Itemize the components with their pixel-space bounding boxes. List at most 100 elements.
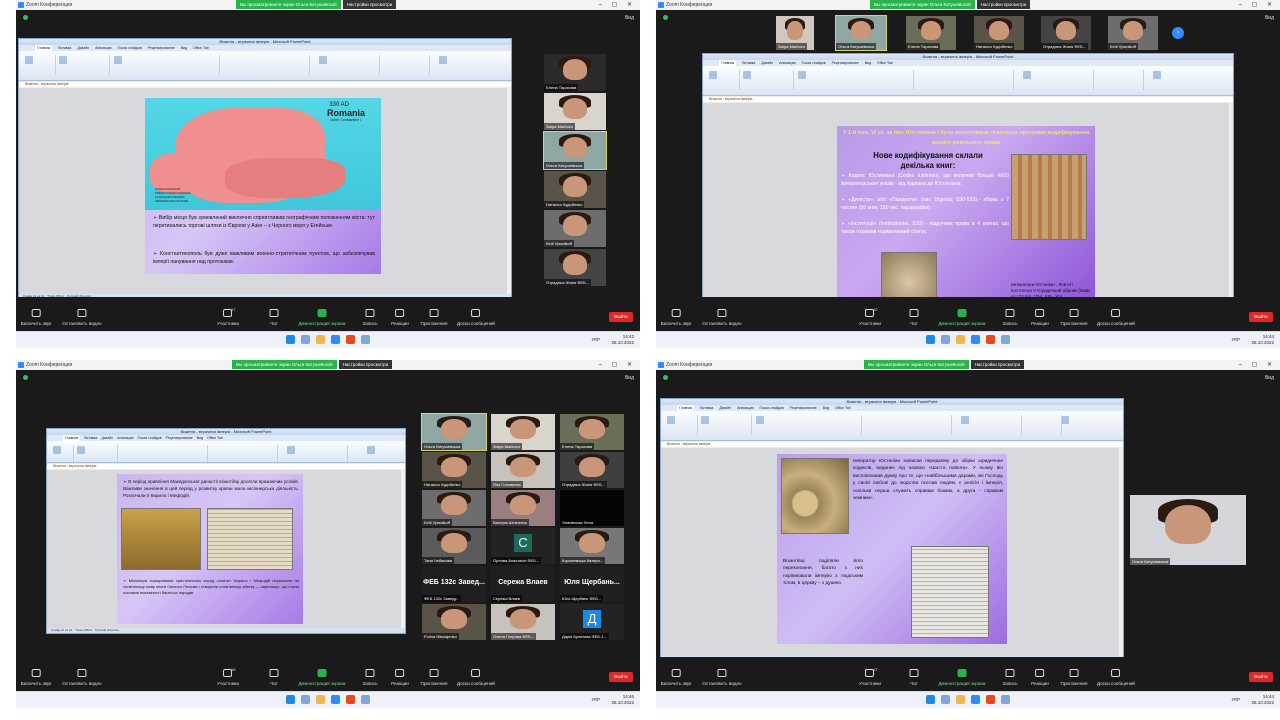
clock[interactable]: 14:44 28.10.2022 [1251, 694, 1274, 706]
participant-tile[interactable]: Ольга Катушевська [835, 15, 887, 51]
whiteboard-button[interactable]: Доски сообщений [1097, 309, 1135, 326]
share-screen-button[interactable]: Демонстрация экрана [939, 669, 985, 686]
participants-button[interactable]: Участники 17 [217, 307, 239, 326]
mute-button[interactable]: Включить звук [21, 309, 51, 326]
taskbar-apps[interactable] [926, 695, 1010, 704]
participant-tile[interactable]: Таня Чебанова [422, 528, 486, 564]
window-controls[interactable]: – ▢ ✕ [1239, 360, 1276, 370]
view-options-button[interactable]: Настройки просмотра [338, 360, 393, 369]
video-button[interactable]: Остановить видео [702, 669, 742, 686]
clock[interactable]: 14:44 28.10.2022 [1251, 334, 1274, 346]
whiteboard-button[interactable]: Доски сообщений [457, 669, 495, 686]
leave-button[interactable]: Выйти [609, 312, 633, 322]
participant-tile[interactable]: Яна Головатюк [491, 452, 555, 488]
participant-tile[interactable]: Королевська Катери... [560, 528, 624, 564]
participants-button[interactable]: Участники 17 [859, 667, 881, 686]
apps-button[interactable]: Приложения [1061, 309, 1087, 326]
participant-tile[interactable]: Наталья Худобенко [974, 16, 1024, 50]
keyboard-language[interactable]: УКР [592, 697, 600, 702]
participant-tile[interactable]: Зміра Markozo [544, 93, 606, 130]
participant-tile[interactable]: Ольга Катушевська [543, 131, 607, 170]
leave-button[interactable]: Выйти [1249, 312, 1273, 322]
participant-tile[interactable]: Зміра Markozo [491, 414, 555, 450]
apps-button[interactable]: Приложения [421, 309, 447, 326]
record-button[interactable]: Запись [362, 309, 378, 326]
leave-button[interactable]: Выйти [609, 672, 633, 682]
participant-tile[interactable]: Наталья Худобенко [422, 452, 486, 488]
participant-tile[interactable]: Kirill Vjasnikoff [544, 210, 606, 247]
participant-tile[interactable]: Юля Щербань... Юля Щербань ФЕБ... [560, 566, 624, 602]
view-options-button[interactable]: Настройки просмотра [976, 0, 1031, 9]
next-page-icon[interactable]: › [1172, 27, 1184, 39]
participant-tile[interactable]: Kirill Vjasnikoff [422, 490, 486, 526]
scrollbar[interactable] [1119, 448, 1123, 656]
view-button[interactable]: Вид [625, 375, 634, 381]
window-controls[interactable]: – ▢ ✕ [599, 0, 636, 10]
clock[interactable]: 14:42 28.10.2022 [611, 334, 634, 346]
document-tab[interactable]: Візантія - втрачена імперія [47, 464, 405, 469]
leave-button[interactable]: Выйти [1249, 672, 1273, 682]
keyboard-language[interactable]: УКР [1232, 697, 1240, 702]
participants-button[interactable]: Участники 10 [859, 307, 881, 326]
view-button[interactable]: Вид [1265, 375, 1274, 381]
reactions-button[interactable]: Реакции [391, 669, 409, 686]
participant-tile[interactable]: Сережа Влаев Сережа Влаєв [491, 566, 555, 602]
video-button[interactable]: Остановить видео [702, 309, 742, 326]
participant-tile[interactable]: Д Дарія Булатова ФЕБ-1... [560, 604, 624, 640]
share-screen-button[interactable]: Демонстрация экрана [299, 669, 345, 686]
share-screen-button[interactable]: Демонстрация экрана [299, 309, 345, 326]
taskbar-apps[interactable] [286, 335, 370, 344]
share-screen-button[interactable]: Демонстрация экрана [939, 309, 985, 326]
participant-tile[interactable]: Ольга Катушевська [421, 413, 487, 451]
window-controls[interactable]: – ▢ ✕ [599, 360, 636, 370]
participant-tile[interactable]: Kirill Vjasnikoff [1108, 16, 1158, 50]
participant-tile[interactable]: Елена Тарасова [906, 16, 956, 50]
participant-tile[interactable]: Уманівська Лена [560, 490, 624, 526]
whiteboard-button[interactable]: Доски сообщений [1097, 669, 1135, 686]
chat-button[interactable]: Чат [269, 669, 279, 686]
reactions-button[interactable]: Реакции [391, 309, 409, 326]
scrollbar[interactable] [507, 88, 511, 294]
record-button[interactable]: Запись [1002, 669, 1018, 686]
apps-button[interactable]: Приложения [421, 669, 447, 686]
participants-button[interactable]: Участники 18 [217, 667, 239, 686]
record-button[interactable]: Запись [1002, 309, 1018, 326]
view-options-button[interactable]: Настройки просмотра [342, 0, 397, 9]
record-button[interactable]: Запись [362, 669, 378, 686]
participant-tile[interactable]: Олена Гнерова ФЕБ... [491, 604, 555, 640]
mute-button[interactable]: Включить звук [21, 669, 51, 686]
mute-button[interactable]: Включить звук [661, 669, 691, 686]
participant-tile[interactable]: Наталья Худобенко [544, 171, 606, 208]
clock[interactable]: 14:46 28.10.2022 [611, 694, 634, 706]
participant-tile[interactable]: Елена Тарасова [544, 54, 606, 91]
document-tab[interactable]: Візантія - втрачена імперія [703, 97, 1233, 102]
chat-button[interactable]: Чат [909, 669, 919, 686]
whiteboard-button[interactable]: Доски сообщений [457, 309, 495, 326]
view-button[interactable]: Вид [1265, 15, 1274, 21]
reactions-button[interactable]: Реакции [1031, 309, 1049, 326]
document-tab[interactable]: Візантія - втрачена імперія [19, 82, 511, 87]
video-button[interactable]: Остановить видео [62, 669, 102, 686]
document-tab[interactable]: Візантія - втрачена імперія [661, 442, 1123, 447]
keyboard-language[interactable]: УКР [592, 337, 600, 342]
participant-tile[interactable]: Ольга Катушевська [1130, 495, 1246, 565]
participant-tile[interactable]: Отрадных Жаня ФЕБ... [544, 249, 606, 286]
taskbar-apps[interactable] [286, 695, 370, 704]
participant-tile[interactable]: Зміра Markozo [776, 16, 814, 50]
scrollbar[interactable] [401, 470, 405, 628]
mute-button[interactable]: Включить звук [661, 309, 691, 326]
participant-tile[interactable]: Отрадных Жаня ФЕБ... [1041, 16, 1091, 50]
participant-tile[interactable]: Polina Nikolajenko [422, 604, 486, 640]
taskbar-apps[interactable] [926, 335, 1010, 344]
reactions-button[interactable]: Реакции [1031, 669, 1049, 686]
participant-tile[interactable]: Елена Тарасова [560, 414, 624, 450]
chat-button[interactable]: Чат [269, 309, 279, 326]
view-button[interactable]: Вид [625, 15, 634, 21]
video-button[interactable]: Остановить видео [62, 309, 102, 326]
window-controls[interactable]: – ▢ ✕ [1239, 0, 1276, 10]
participant-tile[interactable]: Отрадных Жаня ФЕБ... [560, 452, 624, 488]
participant-tile[interactable]: ФЕБ 132с Завед... ФЕБ 132с Заведу... [422, 566, 486, 602]
participant-tile[interactable]: Валерія Шевченко [491, 490, 555, 526]
apps-button[interactable]: Приложения [1061, 669, 1087, 686]
participant-tile[interactable]: С Орлова Анастасія ФЕБ... [491, 528, 555, 564]
